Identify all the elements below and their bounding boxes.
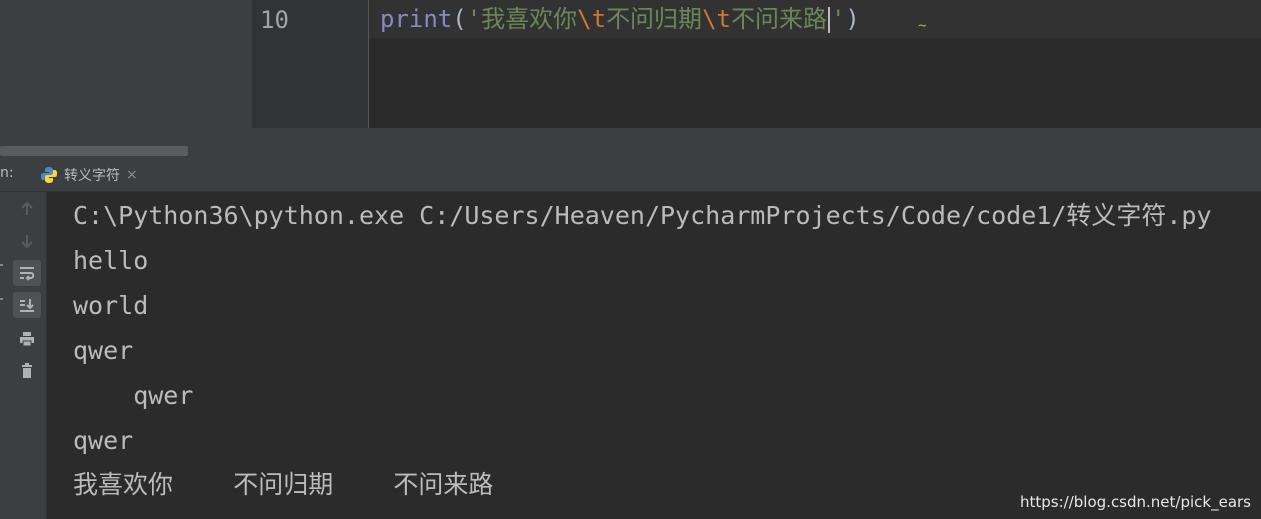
soft-wrap-icon[interactable] <box>13 260 41 286</box>
console-line: qwer <box>73 381 194 410</box>
warning-squiggle: ~ <box>918 18 927 34</box>
up-arrow-icon[interactable] <box>13 196 41 222</box>
console-output[interactable]: C:\Python36\python.exe C:/Users/Heaven/P… <box>47 192 1261 519</box>
python-icon <box>41 166 57 183</box>
run-tool-window-header: n: 转义字符 × <box>0 158 1261 192</box>
string-part-1: 我喜欢你 <box>481 5 578 33</box>
close-paren: ) <box>845 5 860 33</box>
console-line: qwer <box>73 426 134 455</box>
trash-icon[interactable] <box>13 358 41 384</box>
project-panel <box>0 0 252 158</box>
text-caret <box>827 7 830 33</box>
console-line: world <box>73 291 149 320</box>
close-quote: ' <box>830 5 846 33</box>
scroll-to-end-icon[interactable] <box>13 292 41 318</box>
run-tab-title: 转义字符 <box>64 167 120 184</box>
code-editor[interactable]: print('我喜欢你\t不问归期\t不问来路 ') ~ <box>369 0 1261 128</box>
console-line: 我喜欢你 不问归期 不问来路 <box>73 470 494 499</box>
horizontal-scrollbar[interactable] <box>0 146 188 156</box>
console-line: hello <box>73 246 149 275</box>
watermark: https://blog.csdn.net/pick_ears <box>1020 493 1251 511</box>
close-icon[interactable]: × <box>126 167 138 183</box>
line-number: 10 <box>260 6 289 34</box>
open-paren: ( <box>452 5 467 33</box>
string-part-2: 不问归期 <box>606 5 703 33</box>
code-line[interactable]: print('我喜欢你\t不问归期\t不问来路 ') <box>380 2 860 36</box>
edge-tick <box>0 298 3 300</box>
string-part-3: 不问来路 <box>730 5 827 33</box>
edge-tick <box>0 264 3 266</box>
run-label: n: <box>0 165 14 181</box>
open-quote: ' <box>466 5 482 33</box>
run-tab[interactable]: 转义字符 × <box>30 158 152 191</box>
down-arrow-icon[interactable] <box>13 228 41 254</box>
console-line: C:\Python36\python.exe C:/Users/Heaven/P… <box>73 201 1212 230</box>
print-icon[interactable] <box>13 326 41 352</box>
escape-tab-1: \t <box>577 5 607 33</box>
editor-bottom-bar <box>252 128 1261 158</box>
run-toolbar <box>0 192 47 519</box>
console-line: qwer <box>73 336 134 365</box>
print-keyword: print <box>380 5 453 33</box>
escape-tab-2: \t <box>702 5 731 33</box>
editor-gutter: 10 <box>252 0 369 128</box>
